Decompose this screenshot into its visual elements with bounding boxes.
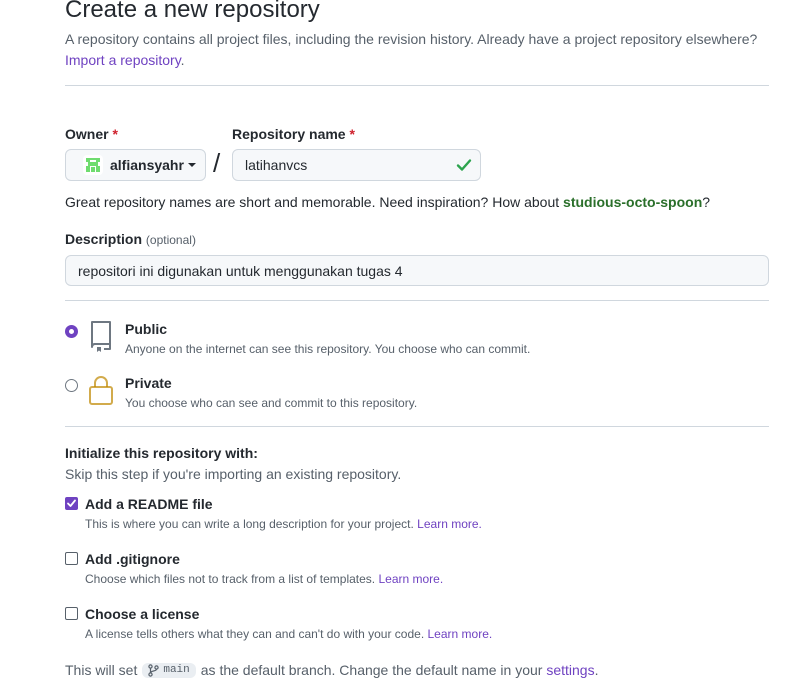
init-subtitle: Skip this step if you're importing an ex… xyxy=(65,466,402,482)
name-suggestion[interactable]: studious-octo-spoon xyxy=(563,194,702,210)
private-radio[interactable] xyxy=(65,379,78,392)
name-hint: Great repository names are short and mem… xyxy=(65,194,711,210)
import-repository-link[interactable]: Import a repository xyxy=(65,52,181,68)
import-link-suffix: . xyxy=(180,52,185,68)
divider xyxy=(65,85,769,86)
branch-pill: main xyxy=(142,662,196,678)
page-title: Create a new repository xyxy=(65,0,320,23)
description-label: Description (optional) xyxy=(65,231,196,247)
license-desc-row: A license tells others what they can and… xyxy=(85,627,493,641)
repo-name-label: Repository name * xyxy=(232,126,355,142)
readme-checkbox[interactable] xyxy=(65,497,78,510)
gitignore-checkbox[interactable] xyxy=(65,552,78,565)
public-title: Public xyxy=(125,321,168,337)
private-title: Private xyxy=(125,375,172,391)
avatar-icon xyxy=(83,155,103,175)
gitignore-desc-row: Choose which files not to track from a l… xyxy=(85,572,444,586)
readme-title: Add a README file xyxy=(85,496,213,512)
owner-select-button[interactable]: alfiansyahr xyxy=(65,149,206,181)
license-checkbox[interactable] xyxy=(65,607,78,620)
divider xyxy=(65,300,769,301)
init-title: Initialize this repository with: xyxy=(65,445,258,461)
settings-link[interactable]: settings xyxy=(546,662,594,678)
public-desc: Anyone on the internet can see this repo… xyxy=(125,342,531,356)
repo-name-required-mark: * xyxy=(349,126,355,142)
owner-required-mark: * xyxy=(112,126,118,142)
default-branch-note: This will set main as the default branch… xyxy=(65,662,599,678)
private-desc: You choose who can see and commit to thi… xyxy=(125,396,418,410)
check-icon xyxy=(456,159,472,171)
import-repository-row: Import a repository. xyxy=(65,52,185,68)
divider xyxy=(65,426,769,427)
owner-repo-separator: / xyxy=(213,148,221,178)
license-learn-more-link[interactable]: Learn more. xyxy=(428,627,493,641)
description-input[interactable] xyxy=(65,255,769,286)
readme-desc-row: This is where you can write a long descr… xyxy=(85,517,482,531)
checkmark-icon xyxy=(67,499,76,507)
owner-label: Owner * xyxy=(65,126,118,142)
page-subtitle: A repository contains all project files,… xyxy=(65,31,758,47)
gitignore-learn-more-link[interactable]: Learn more. xyxy=(378,572,443,586)
public-radio[interactable] xyxy=(65,325,78,338)
lock-icon xyxy=(89,376,113,405)
footer-middle: as the default branch. Change the defaul… xyxy=(200,662,543,678)
repo-book-icon xyxy=(91,321,111,352)
owner-value: alfiansyahr xyxy=(110,157,184,173)
git-branch-icon xyxy=(148,663,160,677)
readme-learn-more-link[interactable]: Learn more. xyxy=(417,517,482,531)
repo-name-input[interactable] xyxy=(232,149,481,181)
branch-name: main xyxy=(163,664,190,676)
gitignore-title: Add .gitignore xyxy=(85,551,180,567)
optional-tag: (optional) xyxy=(145,233,196,247)
footer-prefix: This will set xyxy=(65,662,138,678)
license-title: Choose a license xyxy=(85,606,200,622)
caret-down-icon xyxy=(187,163,196,167)
